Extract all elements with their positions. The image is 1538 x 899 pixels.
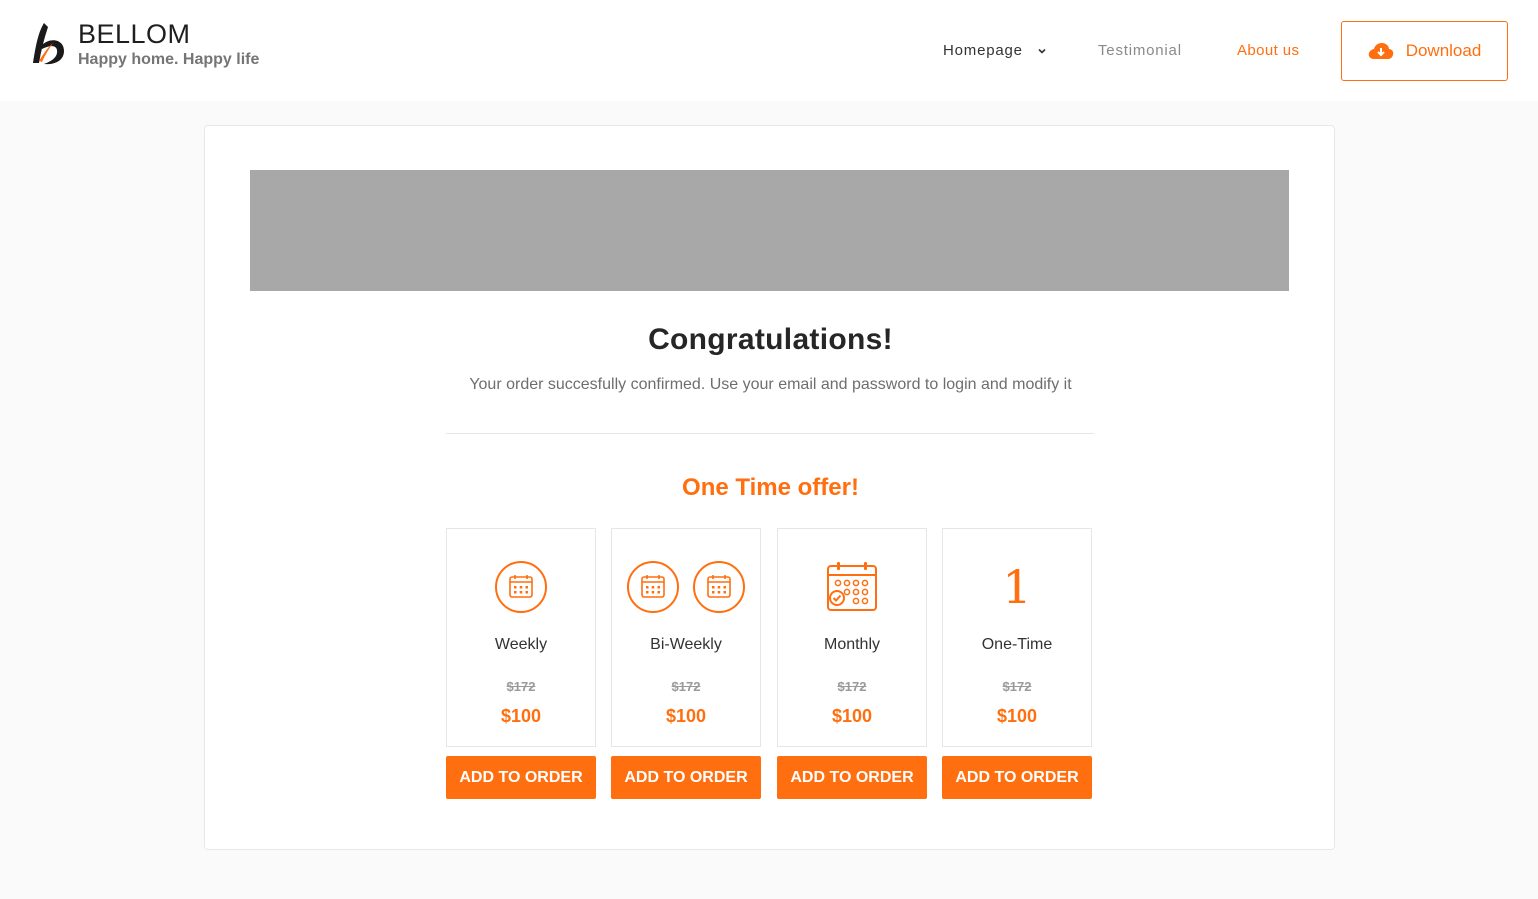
- banner-image-placeholder: [250, 170, 1289, 291]
- nav-testimonial[interactable]: Testimonial: [1098, 41, 1182, 61]
- download-label: Download: [1405, 41, 1482, 60]
- plan-old-price: $172: [671, 679, 701, 694]
- brand-tagline: Happy home. Happy life: [78, 51, 260, 68]
- plan-price: $100: [996, 706, 1038, 726]
- plan-card-bi-weekly: Bi-Weekly $172 $100: [611, 528, 761, 747]
- add-to-order-monthly-button[interactable]: ADD TO ORDER: [777, 756, 927, 799]
- confirmation-title: Congratulations!: [648, 323, 893, 356]
- nav-homepage-label: Homepage: [943, 42, 1023, 59]
- add-to-order-bi-weekly-button[interactable]: ADD TO ORDER: [611, 756, 761, 799]
- plan-card-weekly: Weekly $172 $100: [446, 528, 596, 747]
- plan-card-one-time: 1 One-Time $172 $100: [942, 528, 1092, 747]
- add-to-order-weekly-button[interactable]: ADD TO ORDER: [446, 756, 596, 799]
- plan-icons: [778, 559, 926, 615]
- confirmation-message: Your order succesfully confirmed. Use yo…: [469, 376, 1072, 393]
- chevron-down-icon: [1038, 48, 1046, 54]
- plan-name: Weekly: [494, 636, 548, 653]
- plan-name: One-Time: [981, 636, 1053, 653]
- plan-name: Bi-Weekly: [650, 636, 722, 653]
- plan-old-price: $172: [837, 679, 867, 694]
- plan-old-price: $172: [506, 679, 536, 694]
- offer-title: One Time offer!: [682, 474, 859, 501]
- plan-name: Monthly: [823, 636, 881, 653]
- add-to-order-one-time-button[interactable]: ADD TO ORDER: [942, 756, 1092, 799]
- monthly-calendar-icon: [827, 562, 877, 611]
- download-button[interactable]: Download: [1341, 21, 1508, 81]
- confirmation-card: Congratulations! Your order succesfully …: [204, 125, 1335, 850]
- calendar-icon: [627, 561, 679, 613]
- plan-card-monthly: Monthly $172 $100: [777, 528, 927, 747]
- brand-name: BELLOM: [78, 19, 191, 49]
- one-time-icon: 1: [1002, 560, 1032, 614]
- calendar-icon: [495, 561, 547, 613]
- cloud-download-icon: [1368, 43, 1393, 59]
- divider: [446, 433, 1094, 434]
- plan-icons: 1: [943, 559, 1091, 615]
- bellom-logo[interactable]: [30, 21, 68, 67]
- brand: BELLOM Happy home. Happy life: [78, 19, 259, 71]
- plan-price: $100: [831, 706, 873, 726]
- plan-icons: [612, 559, 760, 615]
- plan-old-price: $172: [1002, 679, 1032, 694]
- plan-price: $100: [500, 706, 542, 726]
- calendar-icon: [693, 561, 745, 613]
- nav-homepage[interactable]: Homepage: [943, 41, 1047, 61]
- plan-icons: [447, 559, 595, 615]
- header: BELLOM Happy home. Happy life Homepage T…: [0, 0, 1538, 101]
- plan-price: $100: [665, 706, 707, 726]
- nav-about-us[interactable]: About us: [1237, 41, 1299, 61]
